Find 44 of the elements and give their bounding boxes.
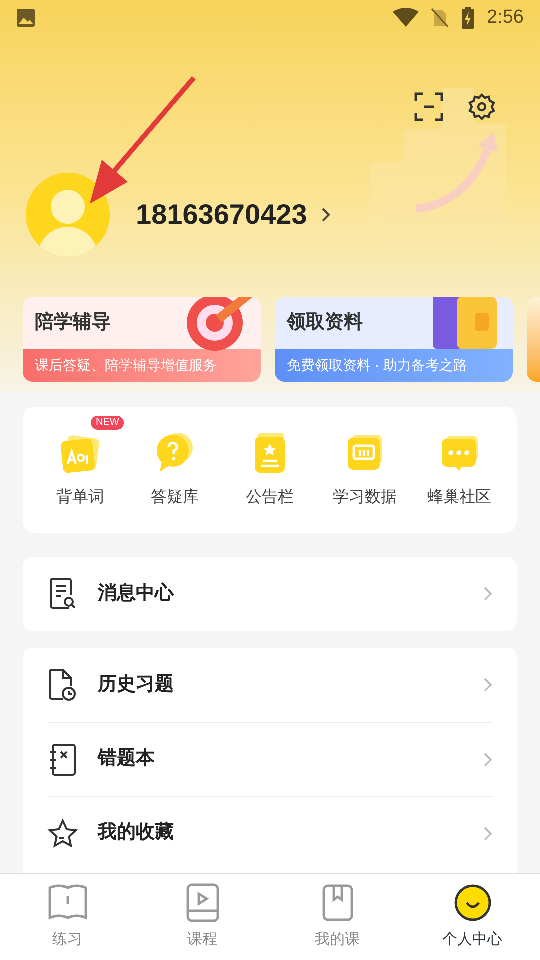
tab[interactable]: 我的课	[270, 874, 405, 960]
banner-subtitle: 课后答疑、陪学辅导增值服务	[35, 356, 217, 375]
tab[interactable]: 练习	[0, 874, 135, 960]
shortcut-label[interactable]: 答疑库	[151, 486, 200, 510]
star-icon	[47, 818, 79, 850]
banner-title: 陪学辅导	[35, 310, 111, 335]
bookmark-book-icon	[322, 882, 354, 923]
tab[interactable]: 课程	[135, 874, 270, 960]
scan-button[interactable]	[414, 92, 444, 122]
menu-item[interactable]: 我的收藏	[47, 796, 493, 870]
phone-number[interactable]: 18163670423	[136, 194, 308, 236]
wifi-icon	[393, 8, 420, 28]
image-notification-icon	[16, 8, 36, 28]
banner-card[interactable]: 领取资料 免费领取资料 · 助力备考之路	[275, 297, 513, 382]
no-sim-icon	[431, 8, 450, 28]
document-clock-icon	[47, 668, 79, 702]
chevron-right-icon	[483, 826, 493, 842]
menu-label: 错题本	[98, 747, 156, 772]
menu-item[interactable]: 消息中心	[47, 557, 493, 631]
chevron-right-icon	[483, 677, 493, 693]
tab[interactable]: 个人中心	[405, 874, 540, 960]
chevron-right-icon	[483, 586, 493, 602]
shortcut-label[interactable]: 蜂巢社区	[428, 486, 492, 510]
chevron-right-icon	[483, 752, 493, 768]
menu-item[interactable]: 错题本	[47, 722, 493, 796]
notebook-x-icon	[47, 742, 79, 776]
new-badge: NEW	[91, 416, 124, 430]
shortcut-label[interactable]: 背单词	[56, 486, 104, 510]
banner-card[interactable]: 陪学辅导 课后答疑、陪学辅导增值服务	[23, 297, 261, 382]
menu-label: 我的收藏	[98, 820, 175, 846]
menu-label: 历史习题	[98, 672, 175, 697]
battery-charging-icon	[461, 7, 476, 29]
banner-title: 领取资料	[287, 310, 363, 335]
banner-subtitle: 免费领取资料 · 助力备考之路	[287, 356, 468, 375]
menu-item[interactable]: 历史习题	[47, 648, 493, 722]
menu-label: 消息中心	[98, 582, 176, 606]
settings-button[interactable]	[468, 92, 496, 122]
avatar-icon[interactable]	[26, 173, 110, 257]
status-time: 2:56	[487, 6, 524, 30]
shortcut-label[interactable]: 公告栏	[246, 486, 294, 510]
chevron-right-icon	[321, 207, 332, 223]
play-book-icon	[186, 882, 220, 923]
shortcut-label[interactable]: 学习数据	[332, 486, 397, 510]
smiley-icon	[454, 882, 492, 923]
